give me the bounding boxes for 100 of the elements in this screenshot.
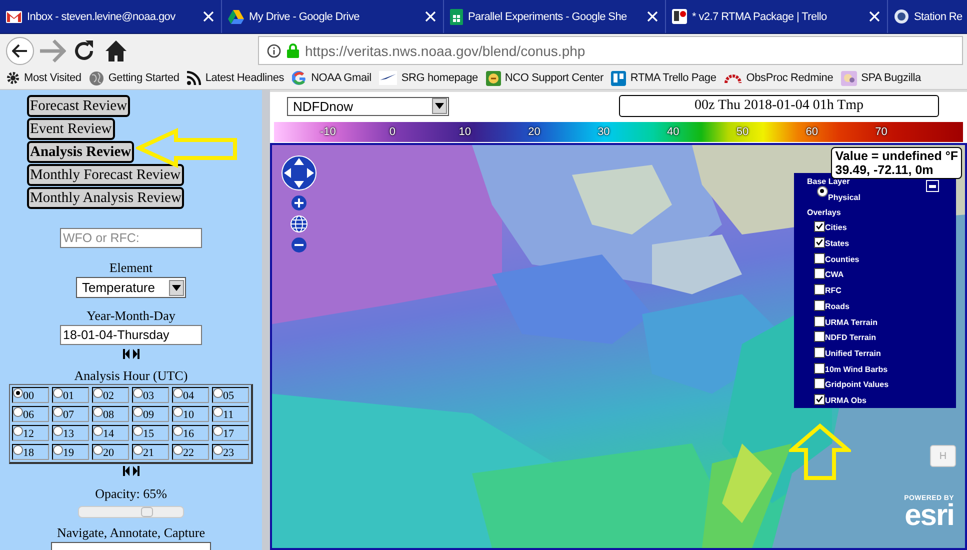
hour-option[interactable]: 19 bbox=[52, 444, 89, 460]
pan-control-icon[interactable] bbox=[281, 155, 317, 191]
overlay-option[interactable]: Counties bbox=[814, 248, 956, 264]
review-button[interactable]: Event Review bbox=[27, 118, 115, 140]
hour-option[interactable]: 13 bbox=[52, 425, 89, 441]
back-arrow-icon[interactable] bbox=[12, 44, 28, 58]
review-button[interactable]: Forecast Review bbox=[27, 95, 130, 117]
hour-option[interactable]: 15 bbox=[132, 425, 169, 441]
overlay-option[interactable]: NDFD Terrain bbox=[814, 326, 956, 342]
hour-option[interactable]: 02 bbox=[92, 387, 129, 403]
overlay-option[interactable]: URMA Terrain bbox=[814, 310, 956, 326]
tab-title: Inbox - steven.levine@noaa.gov bbox=[27, 10, 176, 22]
bookmark[interactable]: RTMA Trello Page bbox=[611, 70, 716, 86]
checkbox[interactable] bbox=[814, 237, 825, 248]
checkbox[interactable] bbox=[814, 331, 825, 342]
overlay-option[interactable]: Cities bbox=[814, 216, 956, 232]
close-icon[interactable] bbox=[869, 11, 880, 22]
hour-option[interactable]: 01 bbox=[52, 387, 89, 403]
scale-label: 20 bbox=[528, 126, 540, 138]
browser-tab[interactable]: * v2.7 RTMA Package | Trello bbox=[666, 0, 888, 33]
checkbox[interactable] bbox=[814, 300, 825, 311]
hour-option[interactable]: 06 bbox=[12, 406, 49, 422]
overlay-option[interactable]: 10m Wind Barbs bbox=[814, 358, 956, 374]
checkbox[interactable] bbox=[814, 362, 825, 374]
bookmark[interactable]: ObsProc Redmine bbox=[724, 72, 834, 84]
bookmark[interactable]: Getting Started bbox=[89, 70, 180, 86]
overlay-option[interactable]: States bbox=[814, 232, 956, 248]
checkbox[interactable] bbox=[814, 316, 825, 326]
bookmark[interactable]: NCO Support Center bbox=[486, 70, 604, 86]
bookmark[interactable]: SPA Bugzilla bbox=[841, 70, 921, 86]
checkbox[interactable] bbox=[814, 346, 825, 358]
overlay-option[interactable]: Gridpoint Values bbox=[814, 374, 956, 390]
hour-option[interactable]: 07 bbox=[52, 406, 89, 422]
overlay-option[interactable]: RFC bbox=[814, 279, 956, 296]
minimize-button[interactable] bbox=[926, 180, 939, 192]
caret-icon[interactable] bbox=[172, 284, 181, 290]
office-field[interactable]: WFO or RFC: bbox=[60, 228, 202, 248]
bookmark[interactable]: SRG homepage bbox=[379, 71, 478, 85]
skip-buttons-icon[interactable] bbox=[122, 349, 140, 359]
globe-icon[interactable] bbox=[290, 215, 308, 233]
hour-option[interactable]: 10 bbox=[172, 406, 209, 422]
hour-option[interactable]: 21 bbox=[132, 444, 169, 460]
info-icon[interactable] bbox=[267, 44, 281, 58]
hour-option[interactable]: 20 bbox=[92, 444, 129, 460]
hour-option[interactable]: 00 bbox=[12, 387, 49, 403]
hour-option[interactable]: 03 bbox=[132, 387, 169, 403]
tab-title: Parallel Experiments - Google She bbox=[468, 10, 628, 22]
product-select[interactable]: NDFDnow bbox=[287, 96, 449, 116]
tools-label: Navigate, Annotate, Capture bbox=[56, 525, 205, 541]
review-button[interactable]: Monthly Analysis Review bbox=[27, 187, 184, 209]
hour-label: Analysis Hour (UTC) bbox=[74, 368, 188, 384]
date-field[interactable]: 18-01-04-Thursday bbox=[60, 325, 202, 345]
caret-icon[interactable] bbox=[435, 103, 444, 109]
bookmark[interactable]: NOAA Gmail bbox=[292, 70, 372, 86]
checkbox[interactable] bbox=[814, 268, 825, 280]
close-icon[interactable] bbox=[647, 11, 658, 22]
hour-option[interactable]: 18 bbox=[12, 444, 49, 460]
checkbox[interactable] bbox=[814, 394, 825, 405]
bookmark[interactable]: Most Visited bbox=[6, 71, 82, 85]
hour-option[interactable]: 22 bbox=[172, 444, 209, 460]
base-layer-option[interactable]: Physical bbox=[817, 186, 956, 202]
checkbox[interactable] bbox=[814, 252, 825, 264]
slider-thumb[interactable] bbox=[140, 507, 153, 517]
browser-tab[interactable]: Parallel Experiments - Google She bbox=[444, 0, 666, 33]
checkbox[interactable] bbox=[814, 378, 825, 390]
close-icon[interactable] bbox=[425, 11, 436, 22]
element-select[interactable]: Temperature bbox=[76, 277, 186, 298]
overlay-option[interactable]: Roads bbox=[814, 295, 956, 311]
hour-option[interactable]: 17 bbox=[212, 425, 249, 441]
review-button[interactable]: Analysis Review bbox=[27, 141, 134, 163]
close-icon[interactable] bbox=[203, 11, 214, 22]
zoom-out-icon[interactable] bbox=[291, 237, 307, 253]
bug-icon bbox=[841, 70, 858, 86]
back-button[interactable] bbox=[6, 36, 34, 64]
zoom-in-icon[interactable] bbox=[291, 195, 307, 211]
hour-option[interactable]: 23 bbox=[212, 444, 249, 460]
checkbox[interactable] bbox=[814, 221, 825, 232]
overlay-option[interactable]: CWA bbox=[814, 264, 956, 280]
hour-option[interactable]: 16 bbox=[172, 425, 209, 441]
hour-option[interactable]: 14 bbox=[92, 425, 129, 441]
hour-option[interactable]: 04 bbox=[172, 387, 209, 403]
hour-option[interactable]: 11 bbox=[212, 406, 249, 422]
browser-tab[interactable]: Inbox - steven.levine@noaa.gov bbox=[0, 0, 222, 33]
skip-buttons-icon[interactable] bbox=[122, 466, 140, 476]
review-button[interactable]: Monthly Forecast Review bbox=[27, 164, 184, 186]
overlay-option[interactable]: URMA Obs bbox=[814, 389, 956, 405]
hour-option[interactable]: 12 bbox=[12, 425, 49, 441]
hour-option[interactable]: 05 bbox=[212, 387, 249, 403]
address-bar[interactable]: https://veritas.nws.noaa.gov/blend/conus.php bbox=[258, 36, 963, 65]
checkbox[interactable] bbox=[814, 284, 825, 296]
bookmark[interactable]: Latest Headlines bbox=[187, 71, 284, 85]
badge-icon bbox=[894, 9, 909, 24]
browser-tab[interactable]: My Drive - Google Drive bbox=[222, 0, 444, 33]
opacity-slider[interactable] bbox=[78, 506, 184, 518]
globe-icon bbox=[89, 70, 104, 86]
browser-tab[interactable]: Station Re bbox=[888, 0, 967, 33]
gear-icon bbox=[6, 71, 20, 85]
hour-option[interactable]: 09 bbox=[132, 406, 169, 422]
overlay-option[interactable]: Unified Terrain bbox=[814, 342, 956, 358]
hour-option[interactable]: 08 bbox=[92, 406, 129, 422]
